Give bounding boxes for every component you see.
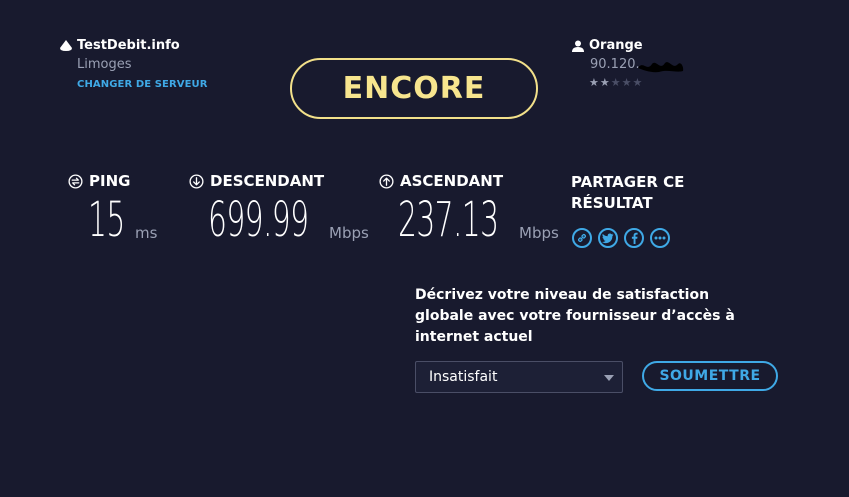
survey-question: Décrivez votre niveau de satisfaction gl… <box>415 287 735 345</box>
upload-unit: Mbps <box>519 224 559 242</box>
encore-button[interactable]: ENCORE <box>290 58 538 119</box>
server-name: TestDebit.info <box>60 38 180 53</box>
user-icon <box>572 40 584 52</box>
twitter-icon[interactable] <box>598 228 618 248</box>
caret-down-icon <box>604 375 614 381</box>
link-icon[interactable] <box>572 228 592 248</box>
star-empty-icon: ★ <box>632 76 644 89</box>
star-filled-icon: ★ <box>589 76 600 89</box>
isp-name: Orange <box>572 38 643 53</box>
satisfaction-select[interactable]: Insatisfait <box>415 361 623 393</box>
share-title: PARTAGER CE RÉSULTAT <box>571 173 685 212</box>
download-value: 699.99 <box>208 192 309 248</box>
isp-name-label: Orange <box>589 38 643 53</box>
change-server-link[interactable]: CHANGER DE SERVEUR <box>77 79 208 90</box>
submit-button[interactable]: SOUMETTRE <box>642 361 778 391</box>
download-unit: Mbps <box>329 224 369 242</box>
star-filled-icon: ★ <box>599 76 611 89</box>
ping-label: PING <box>89 172 131 190</box>
upload-label: ASCENDANT <box>400 172 504 190</box>
upload-value: 237.13 <box>398 192 499 248</box>
ping-value: 15 <box>88 192 125 248</box>
server-name-label: TestDebit.info <box>77 38 180 53</box>
download-label: DESCENDANT <box>210 172 325 190</box>
star-empty-icon: ★ <box>621 76 633 89</box>
server-icon <box>60 40 72 51</box>
isp-ip: 90.120. <box>590 57 640 72</box>
redaction-scribble <box>638 62 684 73</box>
star-empty-icon: ★ <box>610 76 622 89</box>
upload-icon <box>379 173 394 189</box>
isp-rating: ★★★★★ <box>589 76 643 89</box>
more-icon[interactable] <box>650 228 670 248</box>
ping-icon <box>68 173 83 189</box>
upload-header: ASCENDANT <box>379 172 503 190</box>
download-header: DESCENDANT <box>189 172 324 190</box>
ping-unit: ms <box>135 224 158 242</box>
satisfaction-selected-value: Insatisfait <box>429 369 498 385</box>
download-icon <box>189 173 204 189</box>
share-icons <box>572 228 670 248</box>
server-city: Limoges <box>77 57 132 72</box>
facebook-icon[interactable] <box>624 228 644 248</box>
ping-header: PING <box>68 172 130 190</box>
